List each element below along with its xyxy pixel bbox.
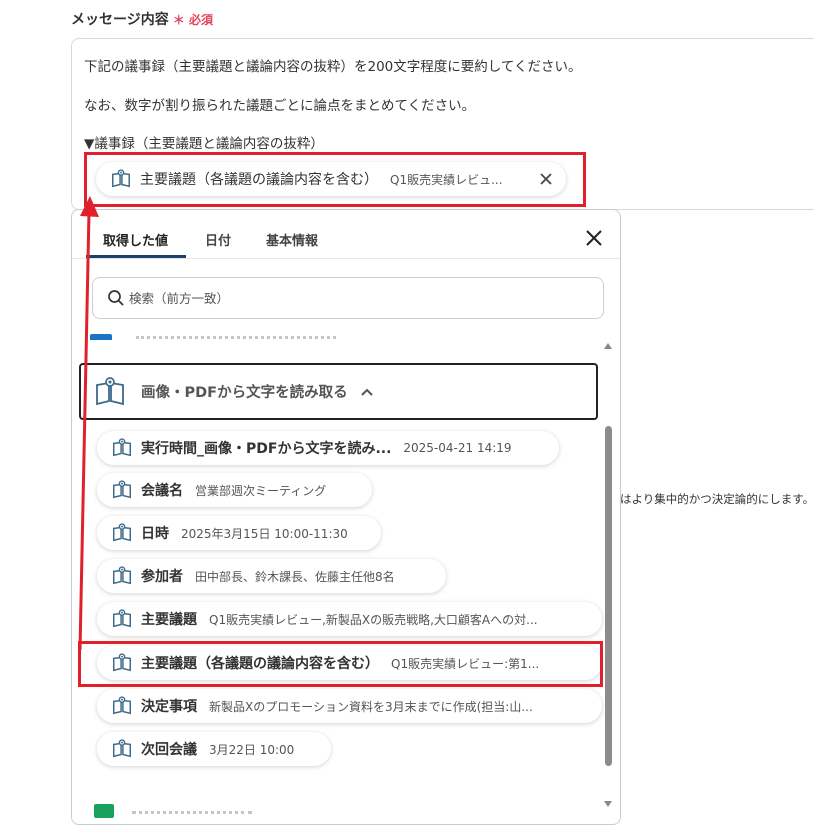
section-header-ocr[interactable]: 画像・PDFから文字を読み取る — [79, 363, 598, 420]
book-icon — [113, 438, 131, 457]
book-icon — [113, 480, 131, 499]
value-picker-popup: 取得した値 日付 基本情報 画像・PDFから文字を読み取る 実行時間_画像・PD… — [71, 209, 621, 825]
tab-date[interactable]: 日付 — [205, 230, 231, 249]
item-label: 主要議題（各議題の議論内容を含む） — [141, 656, 379, 672]
item-value: 3月22日 10:00 — [209, 742, 295, 757]
chevron-up-icon[interactable] — [360, 385, 374, 399]
chip-value: Q1販売実績レビュ... — [390, 172, 503, 187]
book-icon — [112, 169, 130, 188]
message-line-2: なお、数字が割り振られた議題ごとに論点をまとめてください。 — [84, 98, 476, 114]
section-title: 画像・PDFから文字を読み取る — [141, 385, 348, 401]
book-icon — [113, 696, 131, 715]
value-list-item[interactable]: 会議名 営業部週次ミーティング — [97, 473, 372, 507]
value-list-item[interactable]: 決定事項 新製品Xのプロモーション資料を3月末までに作成(担当:山... — [97, 689, 602, 723]
chip-label: 主要議題（各議題の議論内容を含む） — [140, 172, 378, 188]
required-mark: ＊ — [172, 13, 185, 27]
close-icon[interactable] — [538, 171, 554, 187]
book-icon — [113, 609, 131, 628]
inserted-value-chip[interactable]: 主要議題（各議題の議論内容を含む） Q1販売実績レビュ... — [96, 162, 566, 196]
clipped-section-above — [90, 332, 350, 340]
item-value: Q1販売実績レビュー:第1... — [391, 656, 540, 671]
item-label: 会議名 — [141, 483, 183, 499]
book-icon — [96, 376, 124, 405]
item-label: 主要議題 — [141, 612, 197, 628]
book-icon — [113, 739, 131, 758]
field-label: メッセージ内容＊ 必須 — [71, 9, 213, 29]
tab-basic-info[interactable]: 基本情報 — [266, 230, 318, 249]
item-value: 2025-04-21 14:19 — [403, 441, 512, 455]
item-value: 新製品Xのプロモーション資料を3月末までに作成(担当:山... — [209, 699, 533, 714]
item-value: 田中部長、鈴木課長、佐藤主任他8名 — [195, 569, 395, 584]
required-badge: ＊ 必須 — [173, 13, 213, 27]
value-list-item[interactable]: 主要議題（各議題の議論内容を含む） Q1販売実績レビュー:第1... — [97, 646, 602, 680]
item-label: 決定事項 — [141, 699, 197, 715]
item-label: 参加者 — [141, 569, 183, 585]
item-value: Q1販売実績レビュー,新製品Xの販売戦略,大口顧客Aへの対... — [209, 612, 538, 627]
book-icon — [113, 653, 131, 672]
tabs-divider — [72, 258, 620, 259]
scrollbar-thumb[interactable] — [605, 426, 612, 766]
value-list-item[interactable]: 実行時間_画像・PDFから文字を読み... 2025-04-21 14:19 — [97, 431, 559, 465]
value-list-item[interactable]: 次回会議 3月22日 10:00 — [97, 732, 331, 766]
scroll-down-arrow[interactable] — [604, 801, 612, 807]
message-line-1: 下記の議事録（主要議題と議論内容の抜粋）を200文字程度に要約してください。 — [84, 59, 582, 75]
item-label: 日時 — [141, 526, 169, 542]
value-list-item[interactable]: 日時 2025年3月15日 10:00-11:30 — [97, 516, 381, 550]
background-text: はより集中的かつ決定論的にします。 — [620, 492, 814, 506]
search-icon — [108, 290, 124, 306]
field-label-text: メッセージ内容 — [71, 12, 169, 28]
search-box[interactable] — [92, 277, 604, 319]
item-label: 実行時間_画像・PDFから文字を読み... — [141, 441, 392, 457]
value-list-item[interactable]: 主要議題 Q1販売実績レビュー,新製品Xの販売戦略,大口顧客Aへの対... — [97, 602, 602, 636]
clipped-section-below — [132, 810, 252, 816]
required-text: 必須 — [188, 13, 213, 27]
message-line-3: ▼議事録（主要議題と議論内容の抜粋） — [84, 136, 324, 152]
item-label: 次回会議 — [141, 742, 197, 758]
next-section-icon — [94, 804, 114, 818]
item-value: 営業部週次ミーティング — [195, 483, 327, 498]
scroll-up-arrow[interactable] — [604, 343, 612, 349]
book-icon — [113, 523, 131, 542]
tab-acquired-values[interactable]: 取得した値 — [103, 230, 168, 249]
search-input[interactable] — [129, 290, 569, 306]
book-icon — [113, 566, 131, 585]
close-icon[interactable] — [584, 228, 604, 248]
value-list-item[interactable]: 参加者 田中部長、鈴木課長、佐藤主任他8名 — [97, 559, 446, 593]
item-value: 2025年3月15日 10:00-11:30 — [181, 526, 348, 541]
